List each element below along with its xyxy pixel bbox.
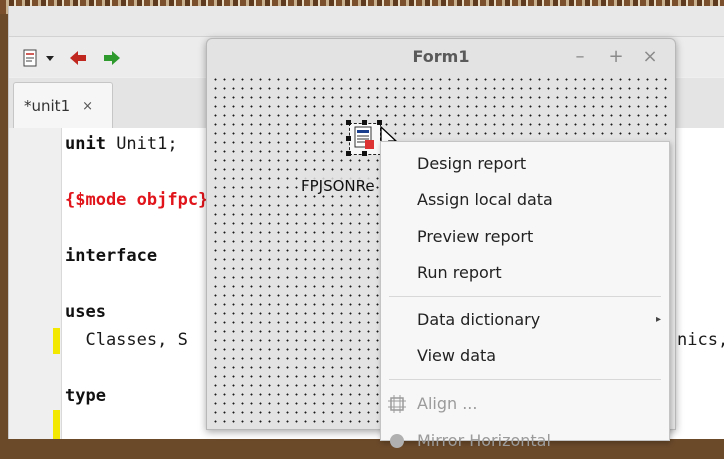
menu-item-view-data[interactable]: View data (381, 338, 669, 374)
menu-item-assign-local-data[interactable]: Assign local data (381, 182, 669, 218)
tab-label: *unit1 (24, 97, 71, 115)
menu-item-align[interactable]: Align ... (381, 386, 669, 422)
menu-item-data-dictionary[interactable]: Data dictionary ▸ (381, 302, 669, 338)
menu-item-run-report[interactable]: Run report (381, 255, 669, 291)
keyword: interface (65, 246, 158, 266)
code-text: Classes, S (65, 330, 188, 350)
keyword: uses (65, 302, 106, 322)
menu-item-label: Data dictionary (417, 310, 541, 329)
unit-list-icon[interactable] (19, 47, 41, 69)
menu-item-label: Mirror Horizontal (417, 431, 551, 450)
menu-item-label: Design report (417, 154, 527, 173)
menu-item-label: Assign local data (417, 190, 553, 209)
close-button[interactable]: × (639, 45, 661, 69)
modified-line-marker (53, 410, 60, 439)
code-line-5: interface (65, 246, 157, 266)
menu-item-label: Preview report (417, 227, 534, 246)
tab-unit1[interactable]: *unit1 × (13, 82, 113, 129)
align-icon (388, 395, 406, 413)
code-text: nics, (677, 330, 724, 350)
report-icon (354, 126, 374, 149)
resize-handle[interactable] (346, 120, 351, 125)
code-text: Unit1; (105, 134, 178, 154)
keyword: unit (65, 134, 106, 154)
maximize-button[interactable]: + (605, 45, 627, 69)
submenu-arrow-icon: ▸ (655, 314, 661, 325)
resize-handle[interactable] (362, 120, 367, 125)
jump-forward-icon[interactable] (101, 47, 123, 69)
resize-handle[interactable] (346, 151, 351, 156)
minimize-button[interactable]: – (569, 45, 591, 69)
modified-line-marker (53, 328, 60, 354)
mirror-icon (390, 434, 404, 448)
fpjson-report-component[interactable] (346, 120, 398, 156)
component-caption: FPJSONRe (301, 177, 375, 195)
code-line-1: unit Unit1; (65, 134, 178, 154)
resize-handle[interactable] (346, 136, 351, 141)
menu-item-label: View data (417, 346, 497, 365)
editor-gutter (9, 128, 62, 439)
menu-separator (389, 296, 661, 297)
code-line-8: Classes, S (65, 330, 188, 350)
menu-separator (389, 379, 661, 380)
menu-item-label: Run report (417, 263, 502, 282)
code-line-8-tail: nics, (677, 330, 724, 350)
menu-item-label: Align ... (417, 394, 478, 413)
code-line-7: uses (65, 302, 106, 322)
ide-title-bar (9, 6, 724, 37)
component-context-menu: Design report Assign local data Preview … (380, 141, 670, 450)
menu-item-preview-report[interactable]: Preview report (381, 219, 669, 255)
dropdown-arrow-icon[interactable] (43, 47, 57, 69)
menu-item-mirror-horizontal[interactable]: Mirror Horizontal (381, 423, 669, 459)
close-icon[interactable]: × (82, 99, 93, 114)
jump-back-icon[interactable] (67, 47, 89, 69)
keyword: type (65, 386, 106, 406)
code-line-10: type (65, 386, 106, 406)
resize-handle[interactable] (362, 151, 367, 156)
menu-item-design-report[interactable]: Design report (381, 146, 669, 182)
